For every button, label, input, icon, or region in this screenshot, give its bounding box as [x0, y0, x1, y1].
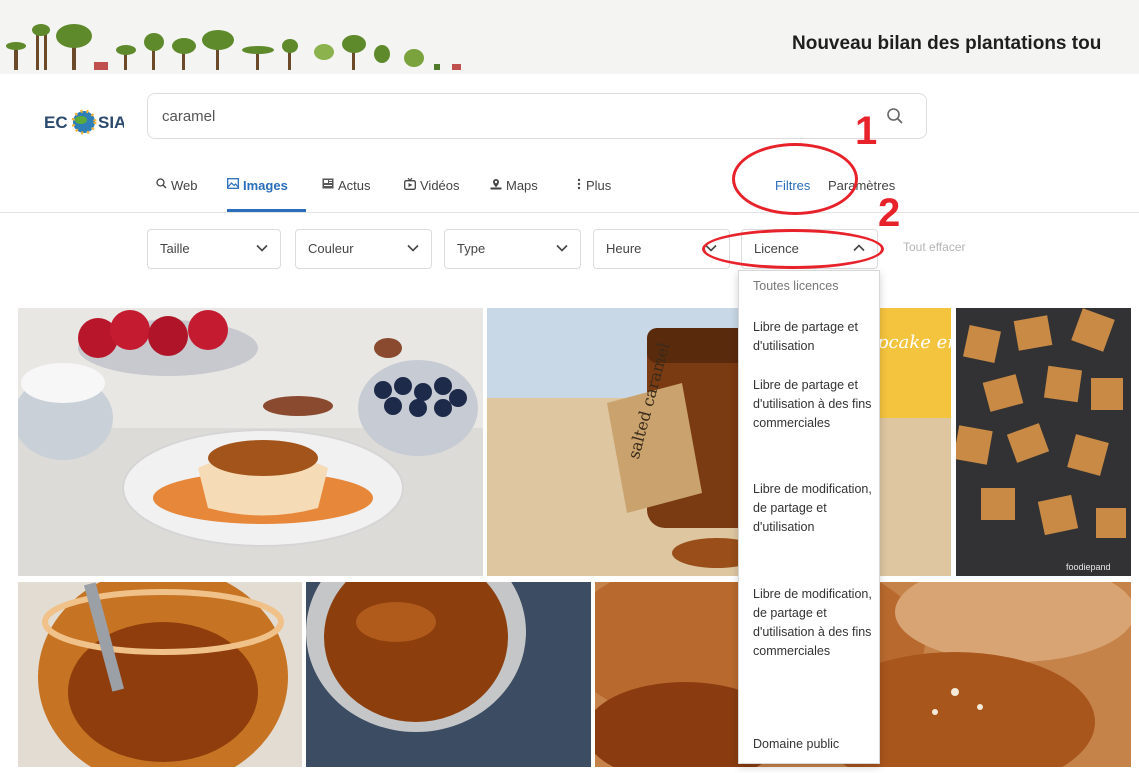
salted-caramel-image: salted caramel pcake emma	[487, 308, 951, 576]
image-result-caramel-bowl[interactable]	[306, 582, 591, 767]
filter-time-label: Heure	[606, 241, 642, 256]
trees-illustration	[6, 24, 461, 70]
license-option-all[interactable]: Toutes licences	[753, 277, 877, 296]
top-banner[interactable]: Nouveau bilan des plantations tou	[0, 0, 1139, 74]
tab-videos-label: Vidéos	[420, 178, 460, 193]
image-result-salted-caramel[interactable]: salted caramel pcake emma	[487, 308, 951, 576]
tab-web-label: Web	[171, 178, 198, 193]
filter-type[interactable]: Type	[444, 229, 581, 269]
logo-text-right: SIA	[98, 113, 124, 132]
search-input[interactable]	[162, 105, 842, 127]
tab-more-label: Plus	[586, 178, 612, 193]
caramel-bowl-image	[306, 582, 591, 767]
news-icon	[322, 178, 334, 189]
license-option-share-use-commercial[interactable]: Libre de partage et d'utilisation à des …	[753, 376, 877, 433]
flan-image	[18, 308, 483, 576]
search-icon[interactable]	[886, 107, 904, 125]
tab-news-label: Actus	[338, 178, 371, 193]
caramel-jar-spoon-image	[18, 582, 302, 767]
chevron-down-icon	[556, 244, 568, 252]
annotation-number-1: 1	[855, 109, 878, 153]
tab-videos[interactable]: Vidéos	[404, 172, 460, 212]
license-option-public-domain[interactable]: Domaine public	[753, 735, 877, 754]
license-option-share-use[interactable]: Libre de partage et d'utilisation	[753, 318, 877, 356]
tab-maps[interactable]: Maps	[490, 172, 538, 212]
image-credit-text: foodiepand	[1066, 562, 1111, 572]
image-result-caramel-cubes[interactable]: foodiepand	[956, 308, 1131, 576]
license-dropdown-menu: Toutes licences Libre de partage et d'ut…	[738, 270, 880, 764]
filter-color[interactable]: Couleur	[295, 229, 432, 269]
tab-web[interactable]: Web	[156, 172, 198, 212]
tab-maps-label: Maps	[506, 178, 538, 193]
more-icon	[577, 178, 581, 190]
cupcake-sign-text: pcake emma	[877, 332, 951, 353]
chevron-down-icon	[256, 244, 268, 252]
tab-images[interactable]: Images	[227, 172, 306, 212]
nav-tabs: Web Images Actus Vidéos Maps Plus	[0, 172, 1139, 212]
logo-text-left: EC	[44, 113, 68, 132]
tab-more[interactable]: Plus	[576, 172, 611, 212]
ecosia-logo-graphic: EC SIA	[44, 109, 126, 135]
annotation-circle-filters	[732, 143, 858, 215]
image-result-flan[interactable]	[18, 308, 483, 576]
ecosia-logo[interactable]: EC SIA	[44, 88, 126, 150]
caramel-cubes-image: foodiepand	[956, 308, 1131, 576]
search-box[interactable]	[147, 93, 927, 139]
video-icon	[404, 178, 416, 190]
annotation-number-2: 2	[878, 191, 901, 235]
license-option-modify-share-use[interactable]: Libre de modification, de partage et d'u…	[753, 480, 877, 537]
map-icon	[490, 179, 502, 190]
tab-news[interactable]: Actus	[322, 172, 371, 212]
filter-size[interactable]: Taille	[147, 229, 281, 269]
image-result-caramel-jar-spoon[interactable]	[18, 582, 302, 767]
banner-title: Nouveau bilan des plantations tou	[792, 33, 1102, 54]
filter-type-label: Type	[457, 241, 486, 256]
chevron-down-icon	[407, 244, 419, 252]
annotation-circle-license	[702, 229, 884, 269]
image-icon	[227, 178, 239, 189]
filter-size-label: Taille	[160, 241, 190, 256]
clear-all-link[interactable]: Tout effacer	[903, 240, 965, 254]
nav-divider	[0, 212, 1139, 213]
filter-color-label: Couleur	[308, 241, 354, 256]
tab-images-label: Images	[243, 178, 288, 193]
search-icon	[156, 178, 167, 189]
license-option-modify-share-use-commercial[interactable]: Libre de modification, de partage et d'u…	[753, 585, 877, 661]
